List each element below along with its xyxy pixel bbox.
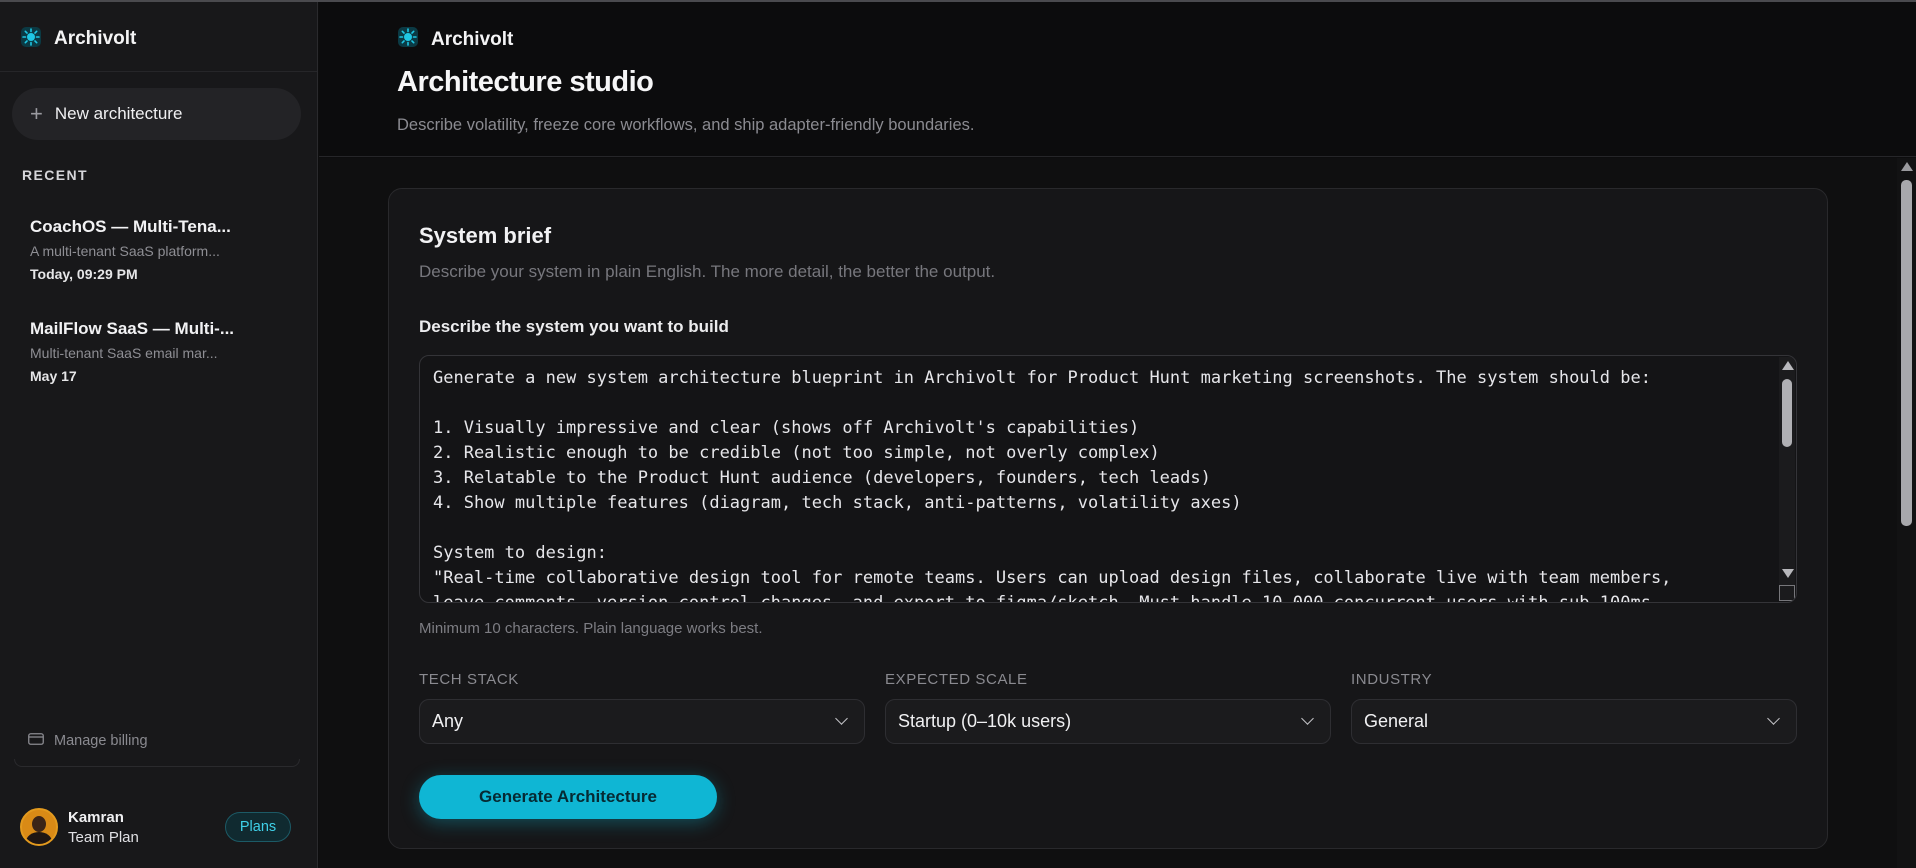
sidebar: Archivolt + New architecture RECENT Coac… <box>0 2 318 868</box>
avatar <box>20 808 58 846</box>
recent-item-date: Today, 09:29 PM <box>30 266 138 282</box>
expected-scale-value: Startup (0–10k users) <box>898 711 1072 731</box>
card-title: System brief <box>419 223 552 248</box>
archivolt-logo-icon <box>397 26 419 53</box>
system-description-textarea[interactable]: Generate a new system architecture bluep… <box>419 355 1797 603</box>
user-profile[interactable]: Kamran Team Plan <box>20 808 139 846</box>
new-architecture-label: New architecture <box>54 104 183 123</box>
page-subtitle: Describe volatility, freeze core workflo… <box>397 116 975 134</box>
page-title: Architecture studio <box>397 66 654 98</box>
chevron-down-icon <box>1767 712 1780 725</box>
new-architecture-button[interactable]: + New architecture <box>12 88 301 140</box>
recent-item-mailflow[interactable]: MailFlow SaaS — Multi-... Multi-tenant S… <box>30 319 300 384</box>
manage-billing-link[interactable]: Manage billing <box>28 733 148 749</box>
tech-stack-select[interactable]: Any <box>419 699 865 744</box>
page-header: Archivolt Architecture studio Describe v… <box>319 2 1916 157</box>
page-scrollbar[interactable] <box>1897 158 1916 868</box>
scrollbar-thumb[interactable] <box>1782 379 1792 447</box>
user-plan: Team Plan <box>68 828 139 846</box>
textarea-scrollbar[interactable] <box>1779 357 1795 601</box>
textarea-content[interactable]: Generate a new system architecture bluep… <box>433 366 1773 602</box>
industry-value: General <box>1364 711 1429 731</box>
scroll-up-arrow-icon[interactable] <box>1782 361 1794 370</box>
main-content: System brief Describe your system in pla… <box>319 158 1897 868</box>
sidebar-divider <box>0 71 317 72</box>
recent-heading: RECENT <box>22 167 88 183</box>
user-name: Kamran <box>68 808 124 826</box>
tech-stack-value: Any <box>432 711 464 731</box>
card-subtitle: Describe your system in plain English. T… <box>419 262 996 281</box>
header-brand-title: Archivolt <box>431 28 514 50</box>
sidebar-brand-title: Archivolt <box>54 28 137 49</box>
archivolt-logo-icon <box>20 26 42 53</box>
chevron-down-icon <box>1301 712 1314 725</box>
recent-item-coachos[interactable]: CoachOS — Multi-Tena... A multi-tenant S… <box>30 217 300 282</box>
recent-item-description: A multi-tenant SaaS platform... <box>30 243 220 259</box>
system-brief-card: System brief Describe your system in pla… <box>388 188 1828 849</box>
recent-item-title: MailFlow SaaS — Multi-... <box>30 319 235 338</box>
chevron-down-icon <box>835 712 848 725</box>
plus-icon: + <box>30 101 43 126</box>
generate-architecture-button[interactable]: Generate Architecture <box>419 775 717 819</box>
recent-item-title: CoachOS — Multi-Tena... <box>30 217 231 236</box>
textarea-hint: Minimum 10 characters. Plain language wo… <box>419 620 763 637</box>
page-scrollbar-thumb[interactable] <box>1901 180 1912 526</box>
credit-card-icon <box>28 733 44 749</box>
industry-label: INDUSTRY <box>1351 671 1433 688</box>
resize-handle-icon[interactable] <box>1779 585 1795 601</box>
generate-architecture-label: Generate Architecture <box>479 787 657 806</box>
sidebar-brand[interactable]: Archivolt <box>20 26 136 52</box>
industry-select[interactable]: General <box>1351 699 1797 744</box>
plans-button[interactable]: Plans <box>225 812 291 842</box>
recent-item-date: May 17 <box>30 368 77 384</box>
scroll-down-arrow-icon[interactable] <box>1782 569 1794 578</box>
expected-scale-label: EXPECTED SCALE <box>885 671 1028 688</box>
header-brand[interactable]: Archivolt <box>397 26 513 53</box>
system-description-label: Describe the system you want to build <box>419 317 729 336</box>
scroll-up-arrow-icon[interactable] <box>1901 162 1913 171</box>
recent-item-description: Multi-tenant SaaS email mar... <box>30 345 218 361</box>
tech-stack-label: TECH STACK <box>419 671 519 688</box>
expected-scale-select[interactable]: Startup (0–10k users) <box>885 699 1331 744</box>
billing-divider <box>14 759 300 767</box>
manage-billing-label: Manage billing <box>54 733 148 749</box>
